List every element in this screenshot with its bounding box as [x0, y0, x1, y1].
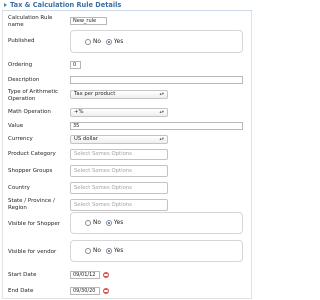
type-label: Type of Arithmetic Operation — [8, 89, 59, 102]
state-multiselect[interactable]: Select Somes Options — [70, 199, 168, 211]
chevron-up-down-icon: ▴▾ — [159, 137, 164, 142]
start-date-input[interactable]: 09/01/12 — [70, 271, 100, 279]
start-date-label: Start Date — [8, 272, 37, 278]
visible-vendor-label: Visible for vendor — [8, 249, 57, 255]
country-label: Country — [8, 185, 30, 191]
currency-select-value: US dollar — [74, 136, 98, 142]
section-title: Tax & Calculation Rule Details — [10, 1, 122, 9]
category-multiselect[interactable]: Select Somes Options — [70, 149, 168, 160]
ordering-label: Ordering — [8, 62, 33, 68]
shopper-label: Shopper Groups — [8, 168, 53, 174]
published-radio-group: No Yes — [70, 30, 243, 53]
math-select[interactable]: +% ▴▾ — [70, 108, 168, 117]
type-select[interactable]: Tax per product ▴▾ — [70, 90, 168, 99]
category-label: Product Category — [8, 151, 56, 157]
chevron-up-down-icon: ▴▾ — [159, 110, 164, 115]
visible-vendor-no-label: No — [93, 248, 101, 254]
visible-vendor-radio-group: No Yes — [70, 240, 243, 262]
value-input[interactable]: 35 — [70, 122, 243, 130]
visible-vendor-yes-radio[interactable] — [105, 248, 112, 254]
math-label: Math Operation — [8, 109, 51, 115]
published-no-radio[interactable] — [85, 38, 91, 45]
visible-vendor-yes-label: Yes — [113, 248, 124, 254]
section-header: Tax & Calculation Rule Details — [3, 1, 251, 9]
country-multiselect[interactable]: Select Somes Options — [70, 182, 168, 194]
math-select-value: +% — [74, 109, 84, 115]
chevron-right-icon — [4, 3, 7, 7]
visible-shopper-no-radio[interactable] — [85, 220, 91, 226]
end-date-label: End Date — [8, 288, 34, 294]
currency-label: Currency — [8, 136, 33, 142]
ordering-input[interactable]: 0 — [70, 61, 81, 69]
published-yes-label: Yes — [113, 38, 124, 45]
visible-vendor-no-radio[interactable] — [85, 248, 91, 254]
state-label: State / Province / Region — [8, 198, 55, 211]
end-date-input[interactable]: 09/30/20 — [70, 287, 100, 295]
visible-shopper-label: Visible for Shopper — [8, 221, 60, 227]
name-input[interactable]: New_rule — [70, 17, 107, 25]
currency-select[interactable]: US dollar ▴▾ — [70, 135, 168, 144]
type-select-value: Tax per product — [74, 91, 116, 97]
description-label: Description — [8, 77, 40, 83]
visible-shopper-no-label: No — [93, 220, 101, 226]
published-no-label: No — [93, 38, 101, 45]
visible-shopper-radio-group: No Yes — [70, 212, 243, 234]
calendar-icon[interactable] — [103, 272, 109, 278]
chevron-up-down-icon: ▴▾ — [159, 92, 164, 97]
calendar-icon[interactable] — [103, 288, 109, 294]
shopper-multiselect[interactable]: Select Somes Options — [70, 165, 168, 177]
published-yes-radio[interactable] — [105, 38, 112, 45]
visible-shopper-yes-label: Yes — [113, 220, 124, 226]
value-label: Value — [8, 123, 24, 129]
visible-shopper-yes-radio[interactable] — [105, 220, 112, 226]
name-label: Calculation Rule name — [8, 15, 53, 28]
published-label: Published — [8, 38, 35, 44]
description-input[interactable] — [70, 76, 243, 84]
